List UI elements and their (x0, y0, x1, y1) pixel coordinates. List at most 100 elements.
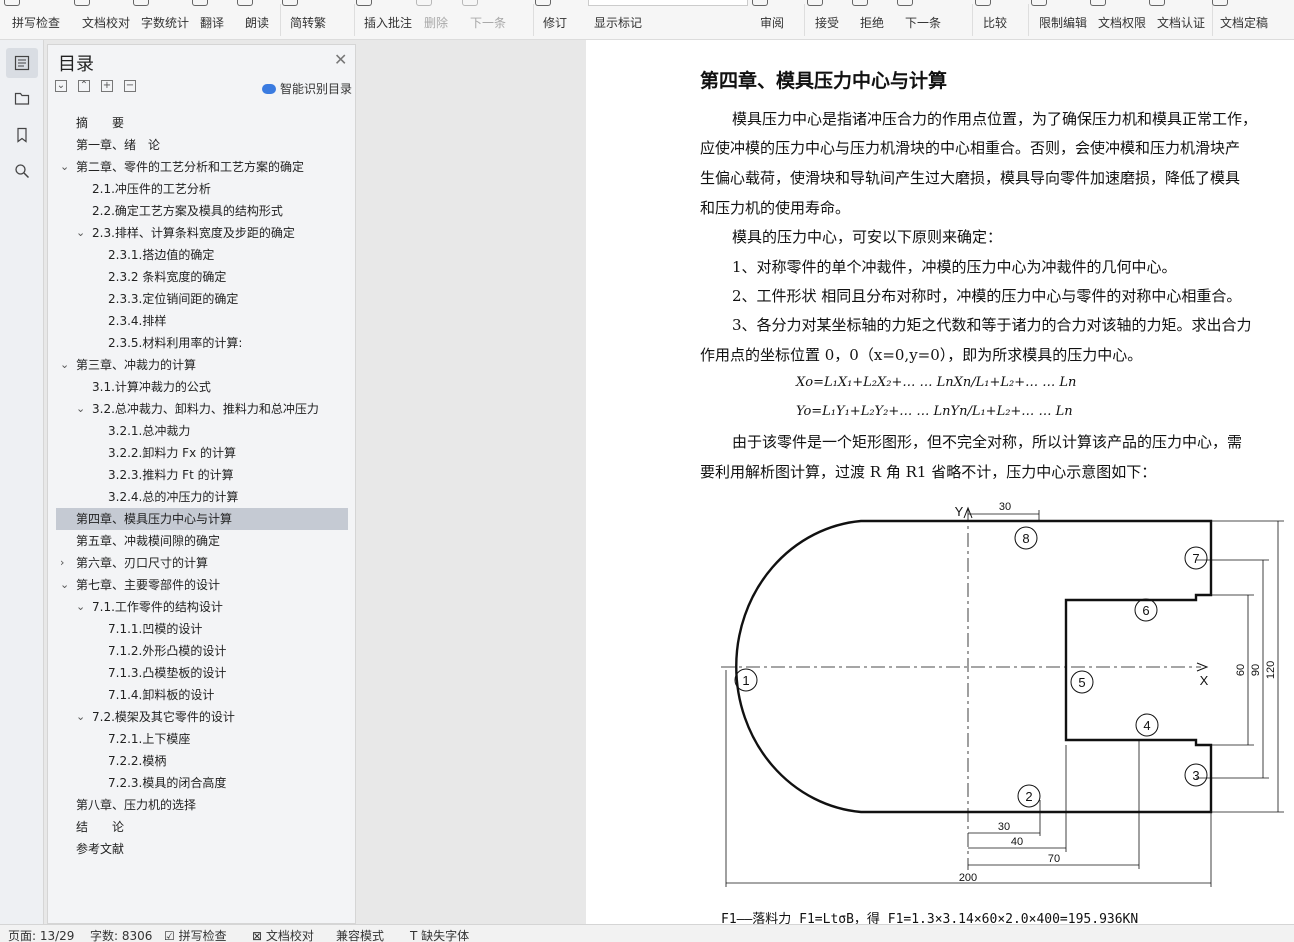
ribbon-divider (1212, 4, 1213, 36)
dimension-label: 40 (1011, 836, 1023, 848)
toc-panel: 目录 ✕ ⌄ ⌃ + − 智能识别目录 摘 要 第一章、绪 论 ⌄ 第二章、零件的… (47, 44, 356, 924)
toc-item[interactable]: 第八章、压力机的选择 (56, 794, 348, 816)
toc-item[interactable]: ⌄ 3.2.总冲裁力、卸料力、推料力和总冲压力 (56, 398, 348, 420)
add-heading-icon[interactable]: + (101, 80, 113, 92)
body-line: 模具的压力中心，可安以下原则来确定： (732, 228, 1003, 246)
toc-item[interactable]: 2.3.4.排样 (56, 310, 348, 332)
toc-item[interactable]: ⌄ 第七章、主要零部件的设计 (56, 574, 348, 596)
dimension-label: 30 (998, 821, 1010, 833)
smart-toc-icon (262, 83, 276, 94)
chapter-heading: 第四章、模具压力中心与计算 (700, 70, 948, 92)
word-count-indicator[interactable]: 字数: 8306 (90, 927, 152, 942)
toc-item[interactable]: 7.1.2.外形凸模的设计 (56, 640, 348, 662)
lock-icon (1031, 0, 1047, 6)
marker-label: 6 (1142, 603, 1149, 618)
marker-label: 5 (1078, 675, 1085, 690)
smart-toc-button[interactable]: 智能识别目录 (262, 80, 352, 97)
toc-item[interactable]: 结 论 (56, 816, 348, 838)
toc-item[interactable]: 2.2.确定工艺方案及模具的结构形式 (56, 200, 348, 222)
toc-item[interactable]: 第五章、冲裁模间隙的确定 (56, 530, 348, 552)
chevron-down-icon[interactable]: ⌄ (76, 596, 88, 618)
page-indicator[interactable]: 页面: 13/29 (8, 927, 74, 942)
toc-item[interactable]: 3.1.计算冲裁力的公式 (56, 376, 348, 398)
toc-panel-button[interactable] (6, 48, 38, 78)
review-icon (752, 0, 768, 6)
toc-item-selected[interactable]: 第四章、模具压力中心与计算 (56, 508, 348, 530)
body-line: 应使冲模的压力中心与压力机滑块的中心相重合。否则，会使冲模和压力机滑块产 (700, 139, 1241, 157)
body-line: 作用点的坐标位置 0，0（x=0,y=0），即为所求模具的压力中心。 (700, 346, 1143, 364)
bookmark-icon (17, 127, 27, 143)
reject-icon (852, 0, 868, 6)
chevron-down-icon[interactable]: ⌄ (60, 156, 72, 178)
toc-item[interactable]: 3.2.3.推料力 Ft 的计算 (56, 464, 348, 486)
toc-item[interactable]: 2.3.5.材料利用率的计算: (56, 332, 348, 354)
font-icon: T (410, 929, 418, 942)
speaker-icon (237, 0, 253, 6)
toc-item[interactable]: 7.1.4.卸料板的设计 (56, 684, 348, 706)
toc-item[interactable]: 7.2.1.上下模座 (56, 728, 348, 750)
toc-item[interactable]: 7.2.3.模具的闭合高度 (56, 772, 348, 794)
marker-label: 2 (1025, 789, 1032, 804)
marker-label: 7 (1192, 551, 1199, 566)
proof-status[interactable]: ⊠ 文档校对 (252, 927, 314, 942)
toc-item[interactable]: 参考文献 (56, 838, 348, 860)
toc-item[interactable]: ⌄ 7.2.模架及其它零件的设计 (56, 706, 348, 728)
ribbon-divider (1028, 4, 1029, 36)
toc-item[interactable]: 7.2.2.模柄 (56, 750, 348, 772)
missing-font-status[interactable]: T 缺失字体 (410, 927, 469, 942)
toc-item[interactable]: › 第六章、刃口尺寸的计算 (56, 552, 348, 574)
chevron-down-icon[interactable]: ⌄ (60, 574, 72, 596)
document-page[interactable]: 第四章、模具压力中心与计算 模具压力中心是指诸冲压合力的作用点位置，为了确保压力… (586, 40, 1294, 927)
toc-item[interactable]: 第一章、绪 论 (56, 134, 348, 156)
toc-item[interactable]: 2.3.1.搭边值的确定 (56, 244, 348, 266)
dimension-label: 60 (1235, 664, 1247, 676)
toc-item[interactable]: 2.3.3.定位销间距的确定 (56, 288, 348, 310)
wps-writer-window: 拼写检查 文档校对 字数统计 翻译 朗读 简转繁 插入批注 删除 下一条 修订 … (0, 0, 1294, 942)
remove-heading-icon[interactable]: − (124, 80, 136, 92)
search-panel-button[interactable] (6, 156, 38, 186)
search-icon (15, 164, 30, 179)
expand-all-icon[interactable]: ⌃ (78, 80, 90, 92)
toc-item[interactable]: 2.1.冲压件的工艺分析 (56, 178, 348, 200)
toc-item[interactable]: 7.1.3.凸模垫板的设计 (56, 662, 348, 684)
dimension-label: 90 (1250, 664, 1262, 676)
chevron-down-icon[interactable]: ⌄ (76, 706, 88, 728)
x-axis-label: X (1200, 673, 1209, 688)
toc-item[interactable]: 3.2.1.总冲裁力 (56, 420, 348, 442)
compare-icon (975, 0, 991, 6)
ribbon-divider (533, 4, 534, 36)
chevron-down-icon[interactable]: ⌄ (76, 398, 88, 420)
navigation-panel-button[interactable] (6, 83, 38, 113)
chevron-down-icon[interactable]: ⌄ (60, 354, 72, 376)
toc-item[interactable]: ⌄ 第三章、冲裁力的计算 (56, 354, 348, 376)
toc-item[interactable]: ⌄ 7.1.工作零件的结构设计 (56, 596, 348, 618)
toc-item[interactable]: 7.1.1.凹模的设计 (56, 618, 348, 640)
chevron-down-icon[interactable]: ⌄ (76, 222, 88, 244)
body-line: 要利用解析图计算，过渡 R 角 R1 省略不计，压力中心示意图如下： (700, 463, 1157, 481)
toc-item[interactable]: 2.3.2 条料宽度的确定 (56, 266, 348, 288)
next-comment-icon (462, 0, 478, 6)
dimension-label: 30 (999, 501, 1011, 513)
certify-icon (1149, 0, 1165, 6)
toc-item[interactable]: 3.2.4.总的冲压力的计算 (56, 486, 348, 508)
toc-item[interactable]: 3.2.2.卸料力 Fx 的计算 (56, 442, 348, 464)
formula-yo: Yo=L₁Y₁+L₂Y₂+… … LnYn/L₁+L₂+… … Ln (796, 404, 1073, 419)
accept-icon (807, 0, 823, 6)
comment-icon (356, 0, 372, 6)
ribbon-divider (354, 4, 355, 36)
toc-item[interactable]: ⌄ 第二章、零件的工艺分析和工艺方案的确定 (56, 156, 348, 178)
body-line: 2、工件形状 相同且分布对称时，冲模的压力中心与零件的对称中心相重合。 (732, 287, 1242, 305)
marker-label: 3 (1192, 768, 1199, 783)
body-line: 模具压力中心是指诸冲压合力的作用点位置，为了确保压力机和模具正常工作， (732, 110, 1258, 128)
toc-item[interactable]: 摘 要 (56, 112, 348, 134)
close-icon[interactable]: ✕ (334, 50, 347, 69)
markup-view-select[interactable] (588, 0, 748, 6)
body-line: 生偏心载荷，使滑块和导轨间产生过大磨损，模具导向零件加速磨损，降低了模具 (700, 169, 1241, 187)
chevron-right-icon[interactable]: › (60, 552, 72, 574)
toc-item[interactable]: ⌄ 2.3.排样、计算条料宽度及步距的确定 (56, 222, 348, 244)
word-count-icon (133, 0, 149, 6)
collapse-all-icon[interactable]: ⌄ (55, 80, 67, 92)
bookmark-panel-button[interactable] (6, 120, 38, 150)
navigation-icon (14, 92, 30, 105)
spell-check-status[interactable]: ☑ 拼写检查 (164, 927, 227, 942)
